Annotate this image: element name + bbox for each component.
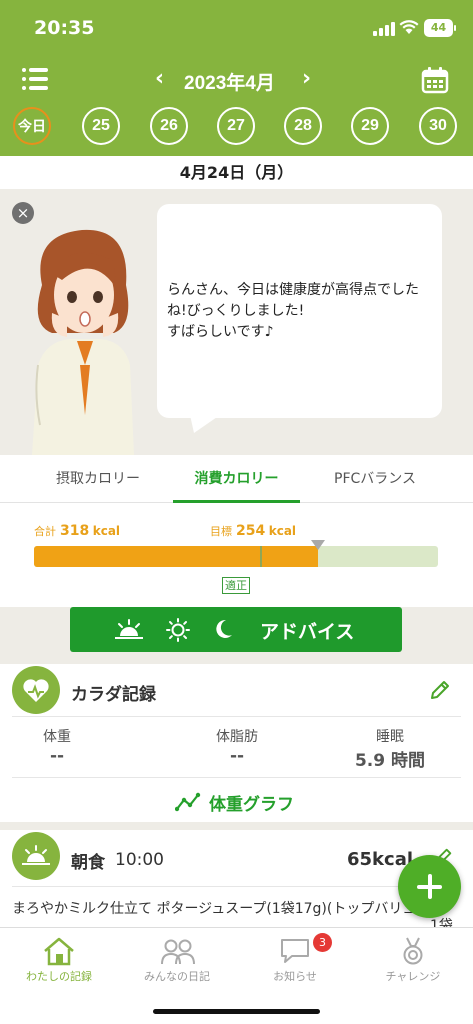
breakfast-title: 朝食 (71, 853, 105, 873)
wifi-icon (399, 20, 419, 34)
tab-pfc-balance[interactable]: PFCバランス (310, 455, 440, 503)
calorie-progress-fill (34, 546, 318, 567)
moon-icon (216, 619, 232, 638)
header-bar: 20:35 44 ‹ 2023年4月 › 今日 25 26 27 28 29 3… (0, 0, 473, 156)
add-record-button[interactable] (398, 855, 461, 918)
food-item-name[interactable]: まろやかミルク仕立て ポタージュスープ(1袋17g)(トップバリュ) (12, 898, 422, 918)
sun-icon (166, 618, 190, 642)
tab-burned-calories[interactable]: 消費カロリー (173, 455, 300, 503)
tab-challenge-label: チャレンジ (385, 970, 441, 983)
weight-graph-label: 体重グラフ (209, 795, 294, 815)
calorie-tabs: 摂取カロリー 消費カロリー PFCバランス (0, 455, 473, 503)
calorie-panel: 摂取カロリー 消費カロリー PFCバランス 合計 318 kcal 目標 254 k… (0, 455, 473, 607)
date-tab[interactable]: 27 (217, 107, 255, 145)
breakfast-kcal: 65kcal (347, 849, 414, 870)
medal-icon (403, 937, 423, 965)
selected-date: 4月24日（月） (0, 156, 473, 189)
battery-icon: 44 (424, 19, 456, 37)
body-record-title: カラダ記録 (71, 685, 156, 705)
advisor-character-illustration (32, 229, 134, 455)
target-unit: kcal (268, 524, 297, 538)
home-indicator (153, 1009, 320, 1014)
total-calories: 合計 318 kcal (34, 523, 120, 539)
total-unit: kcal (92, 524, 121, 538)
divider (12, 886, 461, 887)
total-label: 合計 (34, 525, 56, 538)
month-nav: ‹ 2023年4月 › (0, 60, 473, 100)
menu-list-icon[interactable] (22, 68, 48, 90)
advice-button[interactable]: アドバイス (70, 607, 402, 652)
next-month-button[interactable]: › (302, 66, 311, 91)
tab-notifications-label: お知らせ (273, 970, 317, 983)
tab-community-diary-label: みんなの日記 (144, 970, 210, 983)
advice-area: × らんさん、今日は健康度が高得点でしたね!びっくりしました! すばらしいです♪ (0, 189, 473, 455)
weight-value: -- (49, 746, 65, 766)
calendar-icon[interactable] (421, 66, 449, 94)
sleep-label: 睡眠 (376, 729, 404, 745)
advice-message: らんさん、今日は健康度が高得点でしたね!びっくりしました! すばらしいです♪ (167, 282, 419, 340)
people-icon (161, 939, 195, 965)
chat-bubble-icon (281, 939, 309, 963)
tab-notifications[interactable]: お知らせ (236, 928, 354, 988)
body-fat-label: 体脂肪 (216, 729, 258, 745)
tab-my-records-label: わたしの記録 (26, 970, 92, 983)
weight-label: 体重 (43, 729, 71, 745)
date-tab[interactable]: 25 (82, 107, 120, 145)
battery-level: 44 (430, 21, 447, 34)
date-tab[interactable]: 28 (284, 107, 322, 145)
active-tab-indicator (173, 500, 300, 503)
sunrise-icon (115, 619, 143, 639)
total-value: 318 (60, 523, 90, 539)
line-graph-icon (175, 792, 201, 812)
date-tab[interactable]: 29 (351, 107, 389, 145)
home-icon (44, 937, 74, 966)
month-title: 2023年4月 (184, 73, 275, 94)
advice-bubble: らんさん、今日は健康度が高得点でしたね!びっくりしました! すばらしいです♪ (157, 204, 442, 418)
date-tab[interactable]: 26 (150, 107, 188, 145)
notification-count-badge: 3 (313, 933, 332, 952)
weight-graph-link[interactable]: 体重グラフ (175, 790, 294, 815)
divider (12, 716, 461, 717)
status-time: 20:35 (34, 17, 95, 39)
sleep-value: 5.9 時間 (354, 751, 426, 771)
tab-community-diary[interactable]: みんなの日記 (118, 928, 236, 988)
body-fat-value: -- (229, 746, 245, 766)
heart-chart-icon (12, 666, 60, 714)
advice-button-label: アドバイス (260, 621, 355, 643)
date-tab-today[interactable]: 今日 (13, 107, 51, 145)
status-bar: 20:35 44 (0, 0, 473, 56)
target-line (260, 546, 263, 567)
prev-month-button[interactable]: ‹ (155, 66, 164, 91)
breakfast-time: 10:00 (115, 850, 164, 870)
bubble-tail (190, 415, 220, 433)
target-label: 目標 (210, 525, 232, 538)
target-value: 254 (236, 523, 266, 539)
tab-intake-calories[interactable]: 摂取カロリー (33, 455, 163, 503)
date-tab[interactable]: 30 (419, 107, 457, 145)
date-selector: 今日 25 26 27 28 29 30 (0, 107, 473, 147)
sunrise-meal-icon (12, 832, 60, 880)
calorie-progress-bar (34, 546, 438, 567)
target-calories: 目標 254 kcal (210, 523, 296, 539)
divider (12, 777, 461, 778)
tab-my-records[interactable]: わたしの記録 (0, 928, 118, 988)
progress-marker (310, 540, 325, 550)
status-badge: 適正 (222, 577, 250, 594)
cellular-signal-icon (373, 22, 395, 36)
edit-pencil-icon[interactable] (428, 678, 452, 702)
tab-challenge[interactable]: チャレンジ (354, 928, 472, 988)
